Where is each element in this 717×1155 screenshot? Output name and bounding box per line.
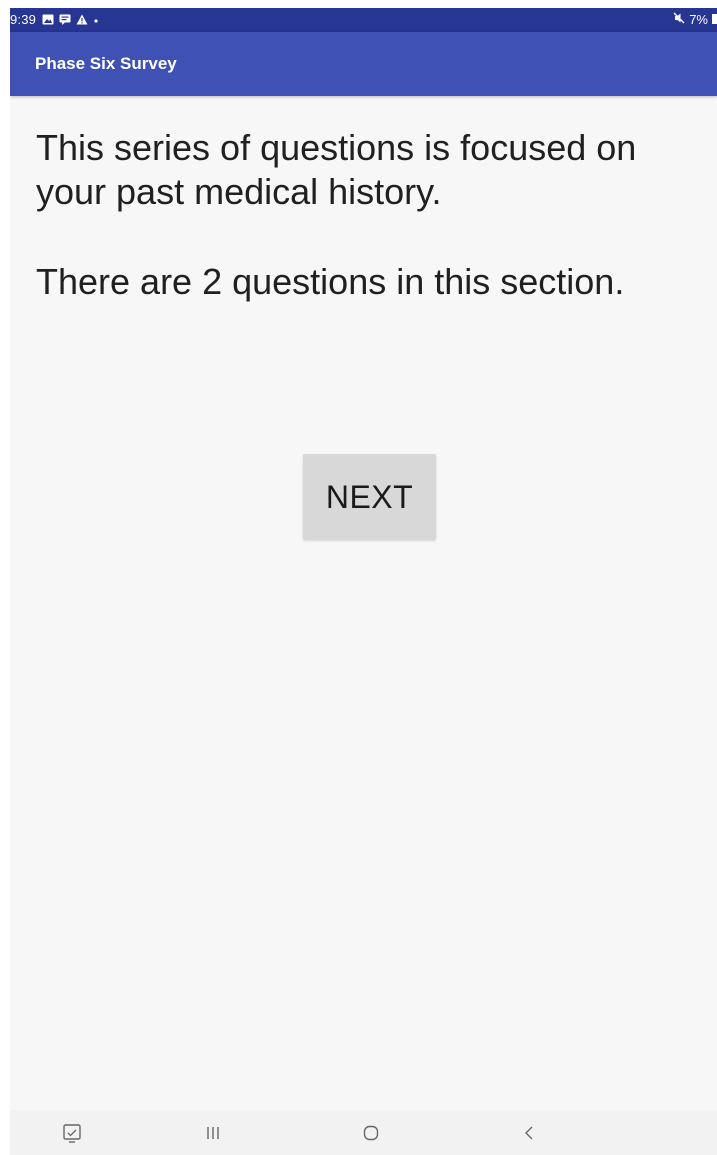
warning-icon	[76, 14, 88, 25]
battery-percent: 7%	[689, 12, 708, 27]
screenshot-icon	[61, 1122, 83, 1144]
device-screen: 9:39 7% Phase Six Survey This series of …	[10, 8, 717, 1155]
status-right: 7%	[673, 12, 717, 27]
next-button[interactable]: NEXT	[303, 454, 436, 540]
message-icon	[59, 14, 71, 25]
intro-text: This series of questions is focused on y…	[36, 127, 637, 212]
recent-apps-button[interactable]	[193, 1118, 233, 1148]
question-count-text: There are 2 questions in this section.	[36, 261, 625, 302]
status-time: 9:39	[10, 12, 37, 27]
back-button[interactable]	[509, 1118, 549, 1148]
home-button[interactable]	[351, 1118, 391, 1148]
home-icon	[361, 1123, 381, 1143]
mute-icon	[673, 12, 685, 27]
gallery-icon	[42, 14, 54, 25]
back-icon	[519, 1123, 539, 1143]
screenshot-button[interactable]	[52, 1118, 92, 1148]
recent-apps-icon	[203, 1123, 223, 1143]
battery-icon	[712, 12, 717, 27]
dot-icon	[93, 14, 99, 25]
navigation-bar	[10, 1110, 717, 1155]
app-title: Phase Six Survey	[35, 54, 177, 73]
status-bar: 9:39 7%	[10, 8, 717, 32]
app-bar: Phase Six Survey	[10, 32, 717, 96]
notification-icons	[42, 14, 99, 25]
